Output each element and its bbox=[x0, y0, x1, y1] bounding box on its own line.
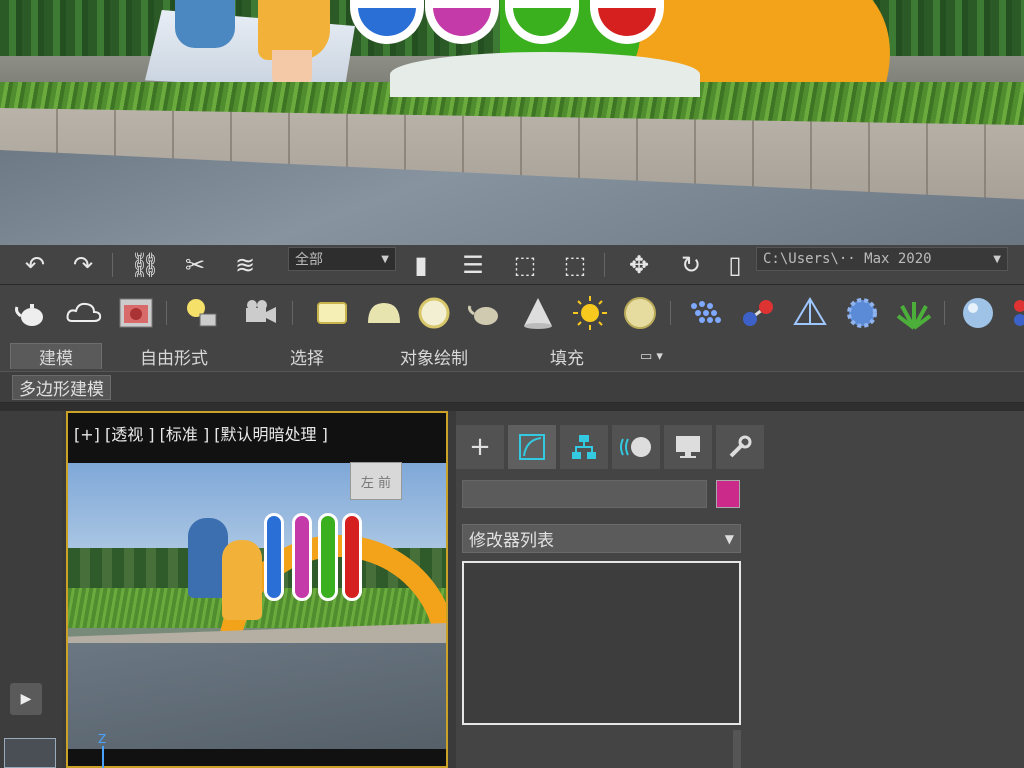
cloud-icon[interactable] bbox=[64, 293, 104, 333]
pipe-icon[interactable] bbox=[1006, 293, 1024, 333]
ribbon-subtabs: 多边形建模 bbox=[0, 371, 1024, 403]
grass-icon[interactable] bbox=[894, 293, 934, 333]
tab-selection[interactable]: 选择 bbox=[290, 343, 324, 369]
viewport-layout-button[interactable] bbox=[4, 738, 56, 768]
particles-icon[interactable] bbox=[686, 293, 726, 333]
tab-object-paint[interactable]: 对象绘制 bbox=[400, 343, 468, 369]
modifier-stack[interactable] bbox=[462, 561, 741, 725]
utilities-tab-icon[interactable] bbox=[716, 425, 764, 469]
modifier-list-label: 修改器列表 bbox=[469, 531, 554, 551]
render-preview-image bbox=[0, 0, 1024, 245]
viewport-label[interactable]: [+] [透视 ] [标准 ] [默认明暗处理 ] bbox=[74, 421, 328, 445]
bind-spacewarp-icon[interactable]: ≋ bbox=[228, 249, 262, 281]
molecule-icon[interactable] bbox=[738, 293, 778, 333]
main-toolbar: ↶ ↷ ⛓ ✂ ≋ 全部 ▼ ▮ ☰ ⬚ ⬚ ✥ ↻ ▯ C:\Users\··… bbox=[0, 245, 1024, 285]
teapot-icon[interactable] bbox=[466, 293, 506, 333]
light-icon[interactable] bbox=[180, 293, 220, 333]
scene-sign-blue bbox=[264, 513, 284, 601]
tab-modeling[interactable]: 建模 bbox=[10, 343, 102, 369]
panel-scrollbar[interactable] bbox=[733, 730, 741, 768]
scene-kids bbox=[188, 518, 262, 628]
object-name-field[interactable] bbox=[462, 480, 707, 508]
scene-sign-purple bbox=[292, 513, 312, 601]
kid-figure bbox=[175, 0, 235, 48]
project-path: C:\Users\·· Max 2020 bbox=[763, 251, 932, 267]
redo-icon[interactable]: ↷ bbox=[66, 249, 100, 281]
unlink-icon[interactable]: ✂ bbox=[178, 249, 212, 281]
modifier-list-dropdown[interactable]: 修改器列表 ▼ bbox=[462, 524, 741, 553]
create-shelf bbox=[0, 285, 1024, 341]
create-tab-icon[interactable]: + bbox=[456, 425, 504, 469]
chevron-down-icon: ▼ bbox=[993, 253, 1001, 265]
toolbar-separator bbox=[944, 301, 945, 325]
viewport-scene[interactable] bbox=[68, 463, 446, 749]
select-object-icon[interactable]: ▮ bbox=[404, 249, 438, 281]
rotate-icon[interactable]: ↻ bbox=[674, 249, 708, 281]
chevron-down-icon: ▼ bbox=[381, 253, 389, 265]
ribbon-tabs: 建模 自由形式 选择 对象绘制 填充 ▭ ▾ bbox=[0, 341, 1024, 371]
display-tab-icon[interactable] bbox=[664, 425, 712, 469]
axis-gizmo bbox=[102, 746, 104, 768]
hemisphere-icon[interactable] bbox=[364, 293, 404, 333]
tab-populate[interactable]: 填充 bbox=[550, 343, 584, 369]
ribbon-options-button[interactable]: ▭ ▾ bbox=[640, 343, 663, 369]
sphere-icon[interactable] bbox=[958, 293, 998, 333]
chevron-down-icon: ▼ bbox=[724, 531, 734, 546]
toolbar-separator bbox=[604, 253, 605, 277]
selection-filter-value: 全部 bbox=[295, 252, 323, 268]
tab-freeform[interactable]: 自由形式 bbox=[140, 343, 208, 369]
sun-icon[interactable] bbox=[570, 293, 610, 333]
modify-tab-icon[interactable] bbox=[508, 425, 556, 469]
scene-paving bbox=[68, 643, 446, 749]
selection-filter-dropdown[interactable]: 全部 ▼ bbox=[288, 247, 396, 271]
project-path-dropdown[interactable]: C:\Users\·· Max 2020 ▼ bbox=[756, 247, 1008, 271]
teapot-icon[interactable] bbox=[12, 293, 52, 333]
divider bbox=[0, 403, 1024, 411]
object-color-swatch[interactable] bbox=[716, 480, 740, 508]
toolbar-separator bbox=[112, 253, 113, 277]
flower-icon[interactable] bbox=[842, 293, 882, 333]
scene-sign-red bbox=[342, 513, 362, 601]
plane-icon[interactable] bbox=[312, 293, 352, 333]
disc-icon[interactable] bbox=[620, 293, 660, 333]
app-root: ↶ ↷ ⛓ ✂ ≋ 全部 ▼ ▮ ☰ ⬚ ⬚ ✥ ↻ ▯ C:\Users\··… bbox=[0, 0, 1024, 768]
play-icon[interactable]: ▶ bbox=[10, 683, 42, 715]
select-by-name-icon[interactable]: ☰ bbox=[456, 249, 490, 281]
scene-sign-green bbox=[318, 513, 338, 601]
subtab-polygon-modeling[interactable]: 多边形建模 bbox=[12, 375, 111, 400]
window-crossing-icon[interactable]: ⬚ bbox=[558, 249, 592, 281]
scale-icon[interactable]: ▯ bbox=[718, 249, 752, 281]
pyramid-icon[interactable] bbox=[790, 293, 830, 333]
undo-icon[interactable]: ↶ bbox=[18, 249, 52, 281]
rectangular-selection-icon[interactable]: ⬚ bbox=[508, 249, 542, 281]
link-icon[interactable]: ⛓ bbox=[128, 249, 162, 281]
hierarchy-tab-icon[interactable] bbox=[560, 425, 608, 469]
white-mound bbox=[390, 52, 700, 97]
motion-tab-icon[interactable] bbox=[612, 425, 660, 469]
move-icon[interactable]: ✥ bbox=[622, 249, 656, 281]
toolbar-separator bbox=[166, 301, 167, 325]
render-frame-icon[interactable] bbox=[116, 293, 156, 333]
camera-icon[interactable] bbox=[240, 293, 280, 333]
toolbar-separator bbox=[670, 301, 671, 325]
axis-gizmo-label: Z bbox=[98, 732, 107, 746]
cone-icon[interactable] bbox=[518, 293, 558, 333]
viewcube[interactable]: 左 前 bbox=[350, 462, 402, 500]
scene-kid bbox=[222, 540, 262, 620]
sphere-icon[interactable] bbox=[414, 293, 454, 333]
toolbar-separator bbox=[292, 301, 293, 325]
